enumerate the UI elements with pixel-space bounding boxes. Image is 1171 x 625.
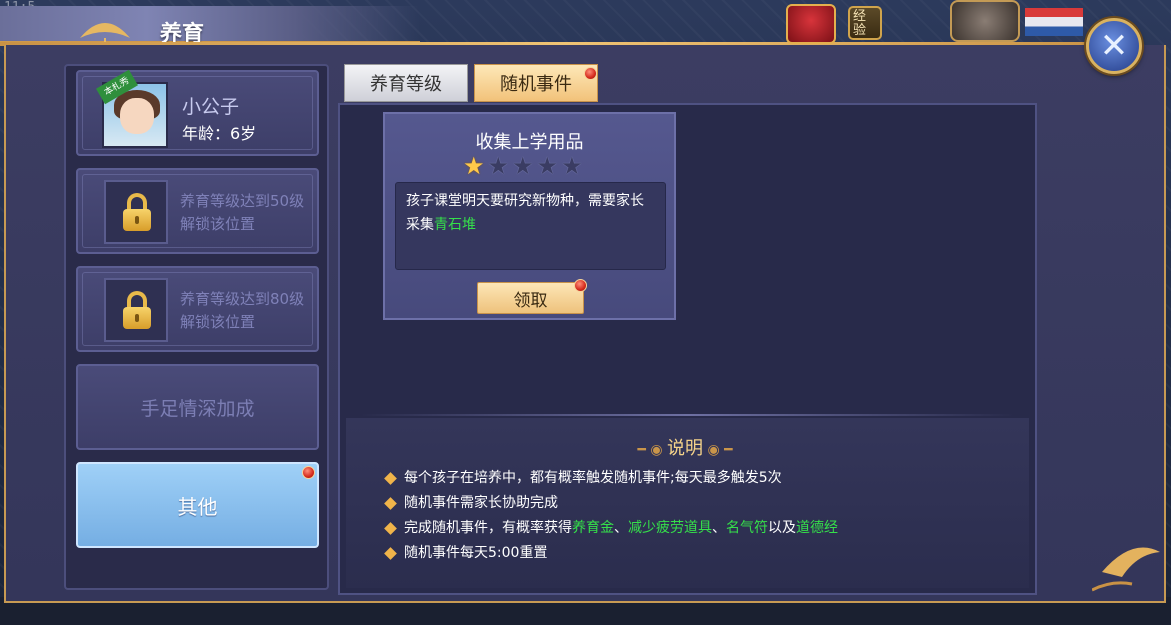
close-icon: ✕ [1099, 26, 1129, 66]
explanation-list: 每个孩子在培养中，都有概率触发随机事件;每天最多触发5次 随机事件需家长协助完成… [384, 466, 838, 566]
reward-name: 道德经 [796, 520, 838, 536]
explanation-item: 随机事件需家长协助完成 [384, 491, 838, 516]
star-empty-icon: ★ [561, 152, 583, 180]
explanation-title: 说明 [667, 438, 703, 459]
claim-button-label: 领取 [513, 290, 548, 311]
locked-slot-2[interactable]: 养育等级达到80级 解锁该位置 [76, 266, 319, 352]
player-avatar[interactable] [950, 0, 1020, 42]
lock-requirement-text: 养育等级达到80级 解锁该位置 [180, 288, 304, 334]
lock-requirement-line2: 解锁该位置 [180, 313, 256, 331]
explanation-item: 完成随机事件，有概率获得养育金、减少疲劳道具、名气符以及道德经 [384, 516, 838, 541]
reward-name: 名气符 [726, 520, 768, 536]
exp-icon[interactable]: 经验 [848, 6, 882, 40]
child-slot-sidebar: 本札秀 小公子 年龄：6岁 养育等级达到50级 解锁该位置 养育等级达到80级 … [64, 64, 329, 590]
portrait-face [120, 98, 154, 134]
diamond-bullet-icon [384, 472, 397, 485]
star-empty-icon: ★ [536, 152, 559, 180]
tab-random-event-label: 随机事件 [500, 74, 572, 95]
explanation-text: 、 [712, 520, 726, 536]
event-card: 收集上学用品 ★ ★ ★ ★ ★ 孩子课堂明天要研究新物种，需要家长采集青石堆 … [383, 112, 676, 320]
star-filled-icon: ★ [463, 152, 485, 180]
explanation-heading: ━ ◉ 说明 ◉ ━ [610, 434, 760, 460]
notification-dot-icon [302, 466, 315, 479]
other-button-label: 其他 [177, 494, 218, 519]
explanation-text: 、 [614, 520, 628, 536]
close-button[interactable]: ✕ [1086, 18, 1142, 74]
title-bar: 养育 [0, 6, 420, 48]
explanation-text: 完成随机事件，有概率获得 [404, 520, 572, 536]
explanation-text: 以及 [768, 520, 796, 536]
tab-nurture-level[interactable]: 养育等级 [344, 64, 468, 102]
diamond-bullet-icon [384, 547, 397, 560]
event-target-item: 青石堆 [434, 217, 476, 233]
scroll-ornament-icon: ◉ ━ [703, 442, 733, 458]
scroll-ornament-icon: ━ ◉ [637, 442, 667, 458]
explanation-text: 每个孩子在培养中，都有概率触发随机事件;每天最多触发5次 [404, 470, 782, 486]
flag-icon [1025, 8, 1083, 36]
event-title: 收集上学用品 [475, 132, 584, 153]
reward-name: 减少疲劳道具 [628, 520, 712, 536]
gift-icon[interactable] [786, 4, 836, 44]
explanation-item: 每个孩子在培养中，都有概率触发随机事件;每天最多触发5次 [384, 466, 838, 491]
explanation-text: 随机事件每天5:00重置 [404, 545, 548, 561]
lock-requirement-text: 养育等级达到50级 解锁该位置 [180, 190, 304, 236]
lock-requirement-line1: 养育等级达到80级 [180, 290, 305, 308]
tab-random-event[interactable]: 随机事件 [474, 64, 598, 102]
lock-requirement-line2: 解锁该位置 [180, 215, 256, 233]
sibling-bonus-button[interactable]: 手足情深加成 [76, 364, 319, 450]
lock-requirement-line1: 养育等级达到50级 [180, 192, 305, 210]
lock-icon [123, 307, 151, 329]
explanation-divider [360, 414, 1015, 416]
star-empty-icon: ★ [487, 152, 510, 180]
lock-icon-frame [104, 278, 168, 342]
event-description: 孩子课堂明天要研究新物种，需要家长采集青石堆 [395, 182, 666, 270]
claim-button[interactable]: 领取 [477, 279, 587, 314]
lock-keyhole [135, 216, 139, 224]
child-portrait: 本札秀 [96, 69, 168, 148]
reward-name: 养育金 [572, 520, 614, 536]
lock-icon [123, 209, 151, 231]
notification-dot-icon [584, 67, 597, 80]
lock-icon-frame [104, 180, 168, 244]
child-name: 小公子 [182, 96, 240, 118]
child-age: 年龄：6岁 [182, 124, 257, 143]
other-button[interactable]: 其他 [76, 462, 319, 548]
tab-nurture-level-label: 养育等级 [370, 74, 442, 95]
explanation-text: 随机事件需家长协助完成 [404, 495, 558, 511]
child-slot-1[interactable]: 本札秀 小公子 年龄：6岁 [76, 69, 319, 156]
diamond-bullet-icon [384, 497, 397, 510]
notification-dot-icon [574, 279, 587, 292]
locked-slot-1[interactable]: 养育等级达到50级 解锁该位置 [76, 168, 319, 254]
star-empty-icon: ★ [512, 152, 534, 180]
sibling-bonus-label: 手足情深加成 [140, 397, 255, 420]
explanation-item: 随机事件每天5:00重置 [384, 541, 838, 566]
ginkgo-ornament-icon [1092, 547, 1160, 592]
lock-keyhole [135, 314, 139, 322]
diamond-bullet-icon [384, 522, 397, 535]
difficulty-stars: ★ ★ ★ ★ ★ [463, 154, 583, 178]
